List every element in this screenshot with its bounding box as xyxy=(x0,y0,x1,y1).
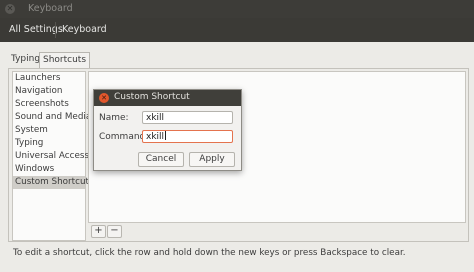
tab-shortcuts[interactable]: Shortcuts xyxy=(39,52,91,68)
custom-shortcut-dialog: ✕ Custom Shortcut Name: xkill Command: x… xyxy=(93,89,242,171)
add-shortcut-button[interactable]: + xyxy=(91,225,106,238)
dialog-titlebar: ✕ Custom Shortcut xyxy=(94,90,241,106)
cancel-button[interactable]: Cancel xyxy=(138,152,184,167)
name-value: xkill xyxy=(146,113,165,123)
sidebar-item-universal-access[interactable]: Universal Access xyxy=(13,150,89,163)
dialog-close-button[interactable]: ✕ xyxy=(99,93,109,103)
sidebar-item-screenshots[interactable]: Screenshots xyxy=(13,98,85,111)
window-title: Keyboard xyxy=(28,3,73,14)
window-titlebar: ✕ Keyboard xyxy=(0,0,474,18)
command-field[interactable]: xkill xyxy=(142,130,233,143)
window-close-button[interactable]: ✕ xyxy=(5,4,15,14)
plus-icon: + xyxy=(94,225,103,236)
sidebar-item-navigation[interactable]: Navigation xyxy=(13,85,85,98)
breadcrumb-keyboard[interactable]: Keyboard xyxy=(62,24,107,35)
sidebar-item-windows[interactable]: Windows xyxy=(13,163,85,176)
breadcrumb-separator xyxy=(55,22,56,38)
sidebar-item-launchers[interactable]: Launchers xyxy=(13,72,85,85)
text-caret xyxy=(165,131,167,140)
sidebar-item-sound-and-media[interactable]: Sound and Media xyxy=(13,111,91,124)
remove-shortcut-button[interactable]: − xyxy=(107,225,122,238)
hint-text: To edit a shortcut, click the row and ho… xyxy=(13,248,406,258)
shortcut-category-list: Launchers Navigation Screenshots Sound a… xyxy=(12,71,94,241)
toolbar: All Settings Keyboard xyxy=(0,18,474,42)
tab-typing[interactable]: Typing xyxy=(8,52,43,67)
dialog-title: Custom Shortcut xyxy=(114,92,190,102)
close-icon: ✕ xyxy=(101,94,107,102)
command-value: xkill xyxy=(146,132,165,142)
apply-button[interactable]: Apply xyxy=(189,152,235,167)
name-label: Name: xyxy=(99,113,129,123)
name-field[interactable]: xkill xyxy=(142,111,233,124)
command-label: Command: xyxy=(99,132,149,142)
close-icon: ✕ xyxy=(6,4,14,13)
sidebar-item-system[interactable]: System xyxy=(13,124,85,137)
sidebar-item-typing[interactable]: Typing xyxy=(13,137,85,150)
sidebar-item-custom-shortcuts[interactable]: Custom Shortcuts xyxy=(13,176,94,189)
minus-icon: − xyxy=(110,225,119,236)
